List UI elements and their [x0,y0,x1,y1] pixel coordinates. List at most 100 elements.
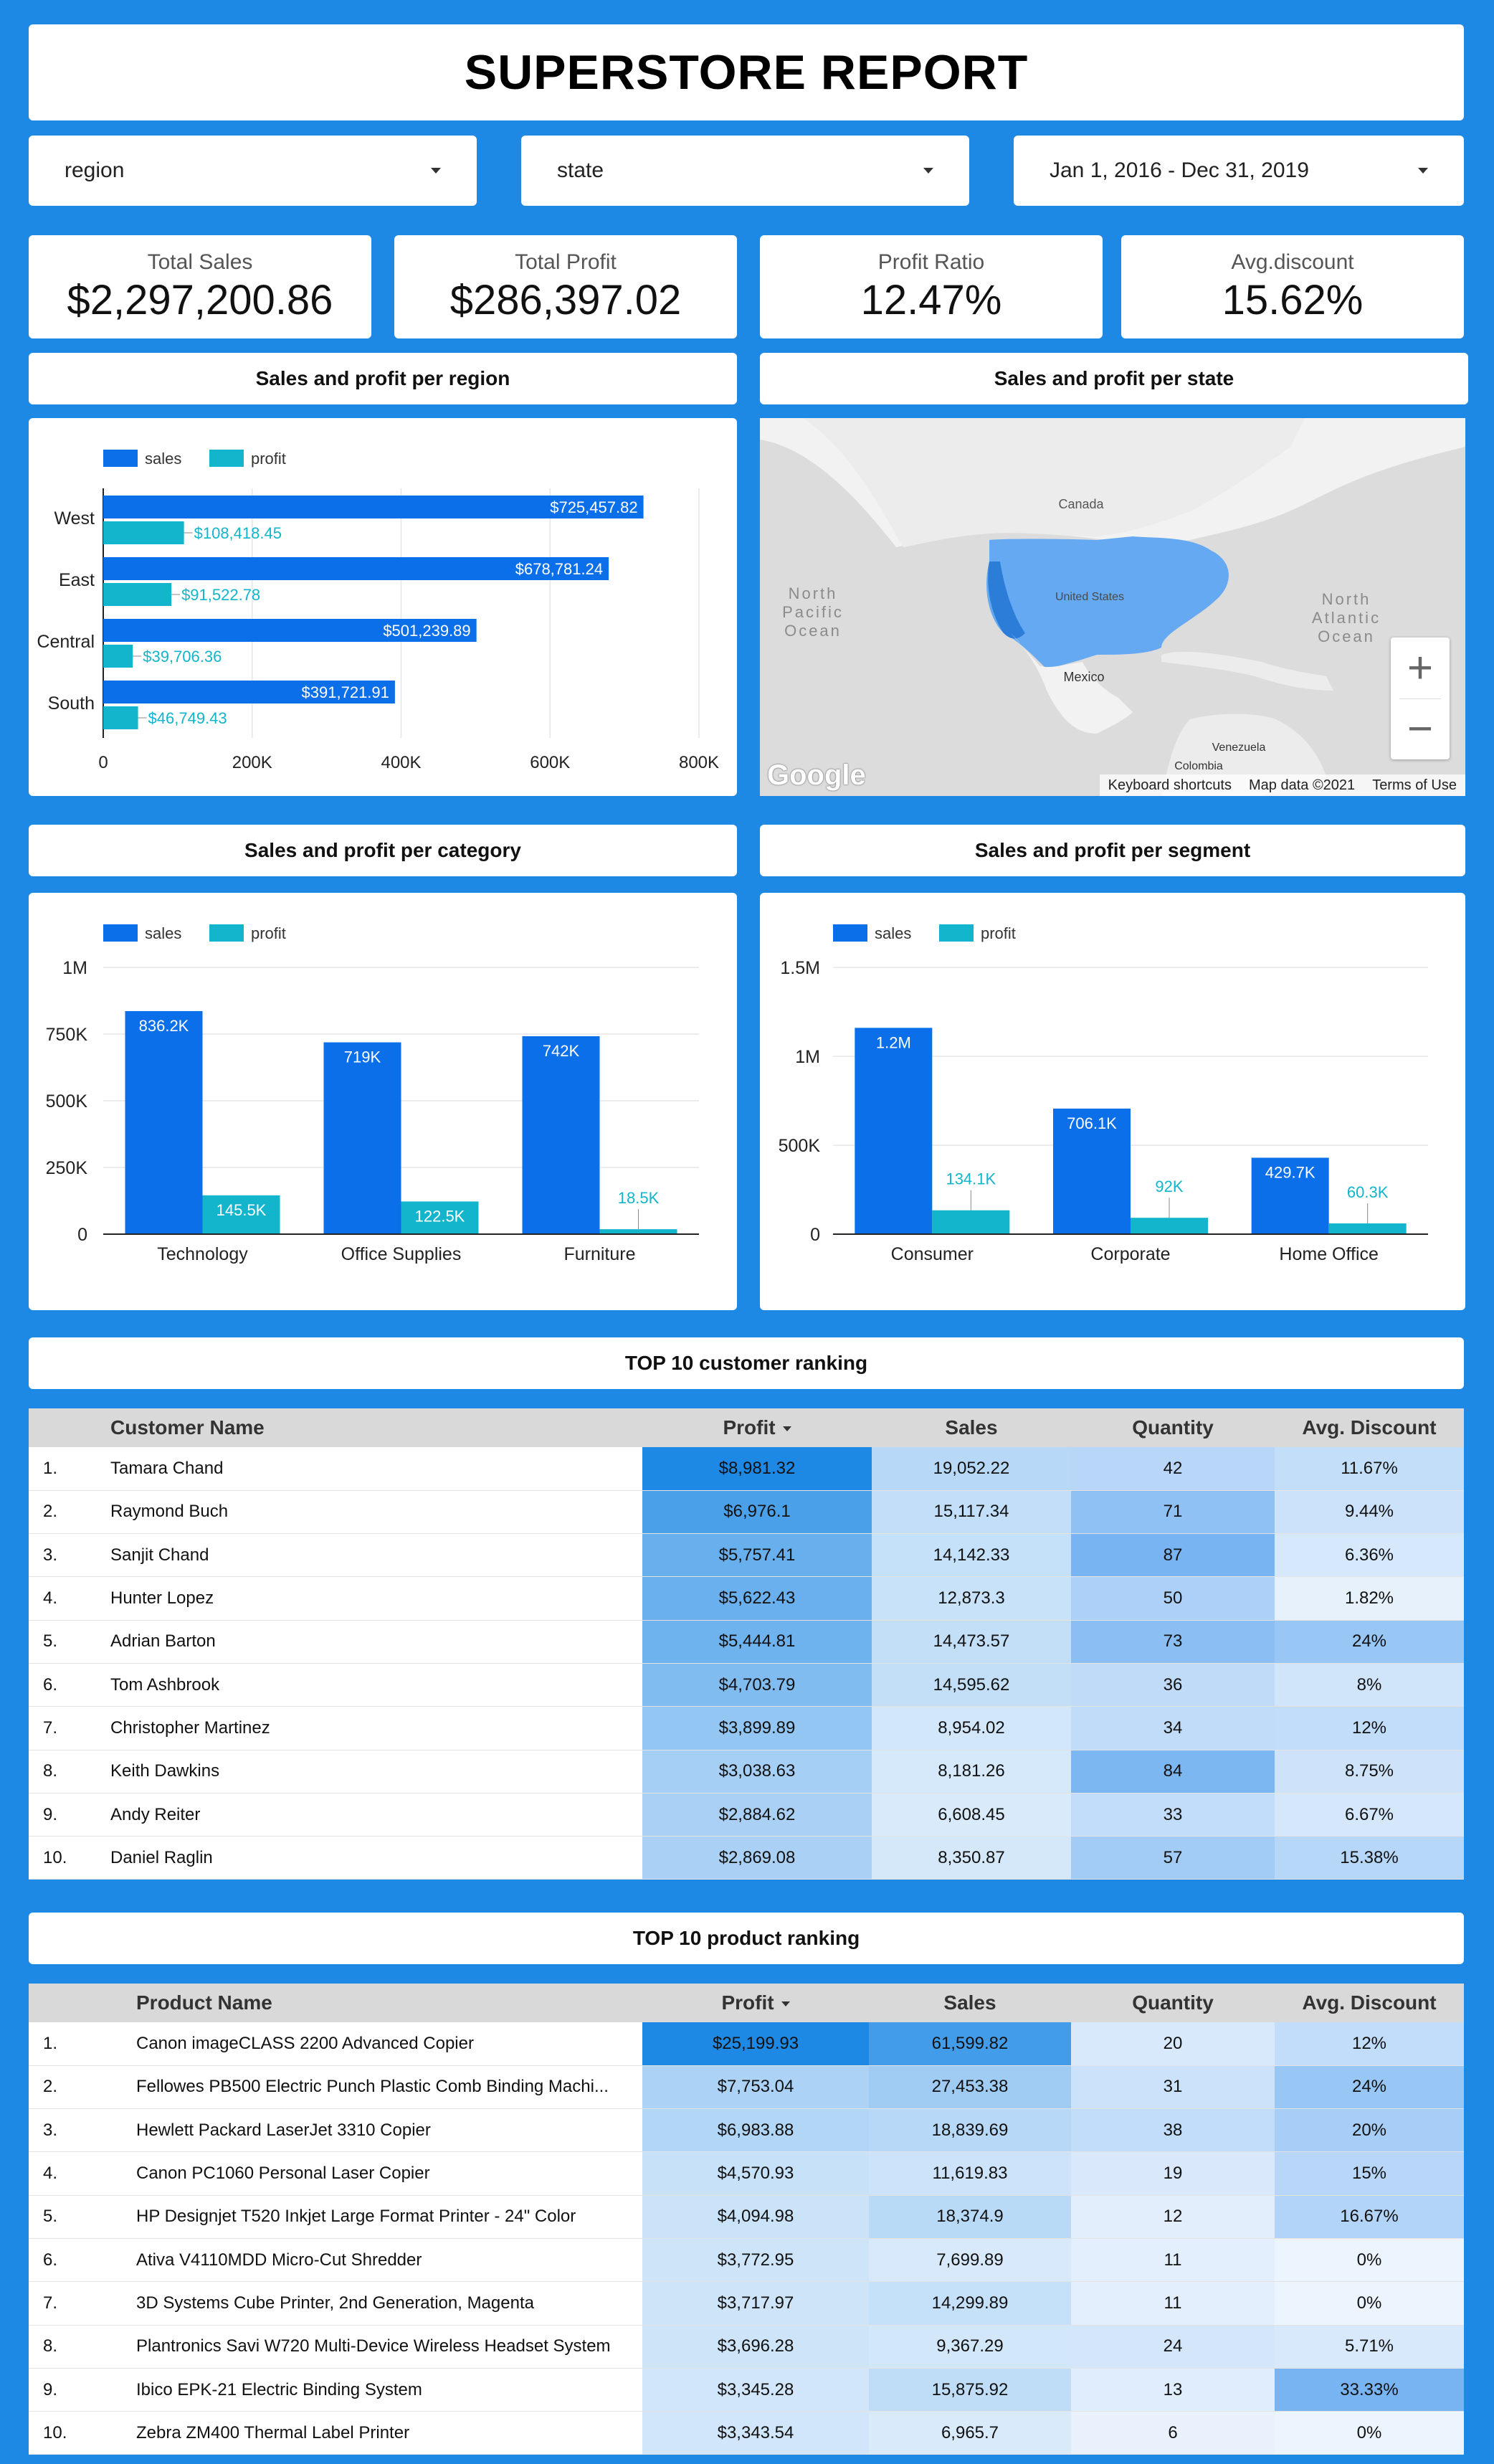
table-row[interactable]: 2. Raymond Buch $6,976.1 15,117.34 71 9.44% [29,1490,1464,1535]
date-range-picker[interactable]: Jan 1, 2016 - Dec 31, 2019 [1014,136,1464,206]
index-header [29,1408,110,1447]
y-category-label: Central [37,632,95,652]
zoom-in-button[interactable]: + [1391,638,1450,698]
row-quantity: 50 [1071,1576,1275,1621]
kpi-value: $286,397.02 [449,276,682,323]
discount-header[interactable]: Avg. Discount [1275,1408,1464,1447]
table-row[interactable]: 1. Canon imageCLASS 2200 Advanced Copier $… [29,2022,1464,2066]
table-row[interactable]: 5. Adrian Barton $5,444.81 14,473.57 73 24% [29,1620,1464,1664]
table-row[interactable]: 4. Hunter Lopez $5,622.43 12,873.3 50 1.82% [29,1576,1464,1621]
x-category-label: Consumer [891,1244,974,1264]
legend-label-profit: profit [981,924,1016,942]
x-category-label: Corporate [1090,1244,1170,1264]
row-name: Canon imageCLASS 2200 Advanced Copier [136,2022,642,2066]
zoom-out-button[interactable]: − [1391,698,1450,759]
table-row[interactable]: 2. Fellowes PB500 Electric Punch Plastic … [29,2065,1464,2110]
bar-sales [125,1010,203,1234]
row-quantity: 73 [1071,1620,1275,1664]
row-quantity: 19 [1071,2151,1275,2196]
region-filter-dropdown[interactable]: region [29,136,477,206]
sales-header[interactable]: Sales [872,1408,1071,1447]
table-row[interactable]: 7. 3D Systems Cube Printer, 2nd Generatio… [29,2281,1464,2326]
kpi-avg-discount: Avg.discount 15.62% [1121,235,1464,338]
row-discount: 6.67% [1275,1793,1464,1837]
table-row[interactable]: 8. Plantronics Savi W720 Multi-Device Wir… [29,2325,1464,2369]
row-discount: 1.82% [1275,1576,1464,1621]
keyboard-shortcuts-link[interactable]: Keyboard shortcuts [1100,777,1240,794]
table-row[interactable]: 6. Ativa V4110MDD Micro-Cut Shredder $3,77… [29,2238,1464,2283]
row-discount: 24% [1275,1620,1464,1664]
row-profit: $5,622.43 [642,1576,872,1621]
discount-header[interactable]: Avg. Discount [1275,1984,1464,2022]
row-name: Raymond Buch [110,1490,642,1535]
map-ocean-atlantic-3: Ocean [1318,627,1375,645]
row-quantity: 6 [1071,2411,1275,2455]
bar-sales [855,1028,933,1234]
table-row[interactable]: 1. Tamara Chand $8,981.32 19,052.22 42 11.67% [29,1447,1464,1491]
category-bar-chart: sales profit 0 250K 500K 750K 1M 836.2K 145.5K Te… [46,924,699,1264]
category-chart-card: sales profit 0 250K 500K 750K 1M 836.2K 145.5K Te… [29,893,737,1310]
row-sales: 14,142.33 [872,1533,1071,1578]
region-bar-chart: sales profit 0 200K 400K 600K 800K West $725,457… [37,450,719,772]
profit-header[interactable]: Profit [642,1408,872,1447]
bar-sales [323,1042,401,1234]
sort-desc-icon [782,1426,791,1432]
customer-name-header[interactable]: Customer Name [110,1408,642,1447]
map-label-canada: Canada [1058,497,1104,511]
map-label-united-states: United States [1055,591,1124,603]
map-background[interactable]: Canada United States Mexico Venezuela Co… [760,418,1465,796]
row-profit: $5,444.81 [642,1620,872,1664]
state-filter-dropdown[interactable]: state [521,136,969,206]
terms-of-use-link[interactable]: Terms of Use [1364,777,1465,794]
profit-header[interactable]: Profit [642,1984,869,2022]
bar-label-sales: $391,721.91 [302,683,389,701]
x-category-label: Home Office [1279,1244,1378,1264]
table-row[interactable]: 8. Keith Dawkins $3,038.63 8,181.26 84 8.75% [29,1750,1464,1793]
table-row[interactable]: 10. Zebra ZM400 Thermal Label Printer $3,3… [29,2411,1464,2455]
row-quantity: 87 [1071,1533,1275,1578]
row-sales: 18,839.69 [869,2108,1071,2153]
kpi-label: Avg.discount [1231,250,1354,274]
table-row[interactable]: 9. Ibico EPK-21 Electric Binding System $3… [29,2368,1464,2412]
product-name-header[interactable]: Product Name [136,1984,642,2022]
row-index: 9. [29,2368,136,2412]
row-sales: 6,965.7 [869,2411,1071,2455]
table-row[interactable]: 6. Tom Ashbrook $4,703.79 14,595.62 36 8% [29,1663,1464,1707]
row-quantity: 11 [1071,2238,1275,2283]
row-sales: 27,453.38 [869,2065,1071,2110]
row-quantity: 31 [1071,2065,1275,2110]
quantity-header[interactable]: Quantity [1071,1984,1275,2022]
y-tick-label: 0 [77,1225,87,1245]
row-profit: $3,717.97 [642,2281,869,2326]
row-name: Tamara Chand [110,1447,642,1491]
y-tick-label: 1.5M [780,958,820,978]
row-discount: 15% [1275,2151,1464,2196]
customer-table-body: 1. Tamara Chand $8,981.32 19,052.22 42 11.67%… [29,1447,1464,1880]
table-row[interactable]: 3. Hewlett Packard LaserJet 3310 Copier $6… [29,2108,1464,2153]
row-profit: $3,038.63 [642,1750,872,1793]
row-name: Tom Ashbrook [110,1663,642,1707]
x-tick-label: 600K [530,753,570,772]
row-profit: $3,899.89 [642,1706,872,1750]
table-row[interactable]: 3. Sanjit Chand $5,757.41 14,142.33 87 6.36% [29,1533,1464,1578]
table-row[interactable]: 7. Christopher Martinez $3,899.89 8,954.02 3… [29,1706,1464,1750]
table-row[interactable]: 9. Andy Reiter $2,884.62 6,608.45 33 6.67% [29,1793,1464,1837]
bar-sales [522,1036,600,1234]
table-row[interactable]: 5. HP Designjet T520 Inkjet Large Format … [29,2195,1464,2239]
bar-profit [103,706,138,729]
table-row[interactable]: 10. Daniel Raglin $2,869.08 8,350.87 57 15.38… [29,1836,1464,1880]
quantity-header[interactable]: Quantity [1071,1408,1275,1447]
product-ranking-table: Product Name Profit Sales Quantity Avg. … [29,1984,1464,2455]
state-map-card[interactable]: Canada United States Mexico Venezuela Co… [760,418,1465,796]
row-profit: $6,976.1 [642,1490,872,1535]
y-tick-label: 500K [46,1091,88,1112]
row-profit: $5,757.41 [642,1533,872,1578]
row-discount: 0% [1275,2238,1464,2283]
sales-header[interactable]: Sales [869,1984,1071,2022]
legend-swatch-profit [209,924,244,942]
table-row[interactable]: 4. Canon PC1060 Personal Laser Copier $4,5… [29,2151,1464,2196]
row-index: 6. [29,2238,136,2283]
page-title: SUPERSTORE REPORT [464,45,1029,100]
bar-profit [1328,1223,1407,1234]
row-name: Adrian Barton [110,1620,642,1664]
